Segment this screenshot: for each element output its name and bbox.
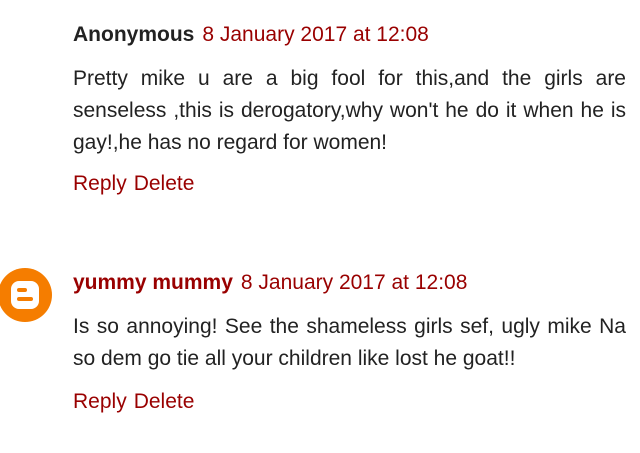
blogger-icon[interactable] xyxy=(0,268,52,322)
comment-date-link[interactable]: 8 January 2017 at 12:08 xyxy=(241,271,468,294)
delete-button[interactable]: Delete xyxy=(134,390,195,413)
reply-button[interactable]: Reply xyxy=(73,390,127,413)
reply-button[interactable]: Reply xyxy=(73,172,127,195)
comment-header: Anonymous 8 January 2017 at 12:08 xyxy=(73,22,429,48)
comment-actions: Reply Delete xyxy=(73,389,201,415)
comment-author: Anonymous xyxy=(73,23,195,46)
comment-body: Pretty mike u are a big fool for this,an… xyxy=(73,67,626,154)
comment-date-link[interactable]: 8 January 2017 at 12:08 xyxy=(202,23,429,46)
comment-header: yummy mummy 8 January 2017 at 12:08 xyxy=(73,270,467,296)
comment-author-link[interactable]: yummy mummy xyxy=(73,271,233,294)
comment-body: Is so annoying! See the shameless girls … xyxy=(73,315,626,370)
delete-button[interactable]: Delete xyxy=(134,172,195,195)
comment-actions: Reply Delete xyxy=(73,171,201,197)
